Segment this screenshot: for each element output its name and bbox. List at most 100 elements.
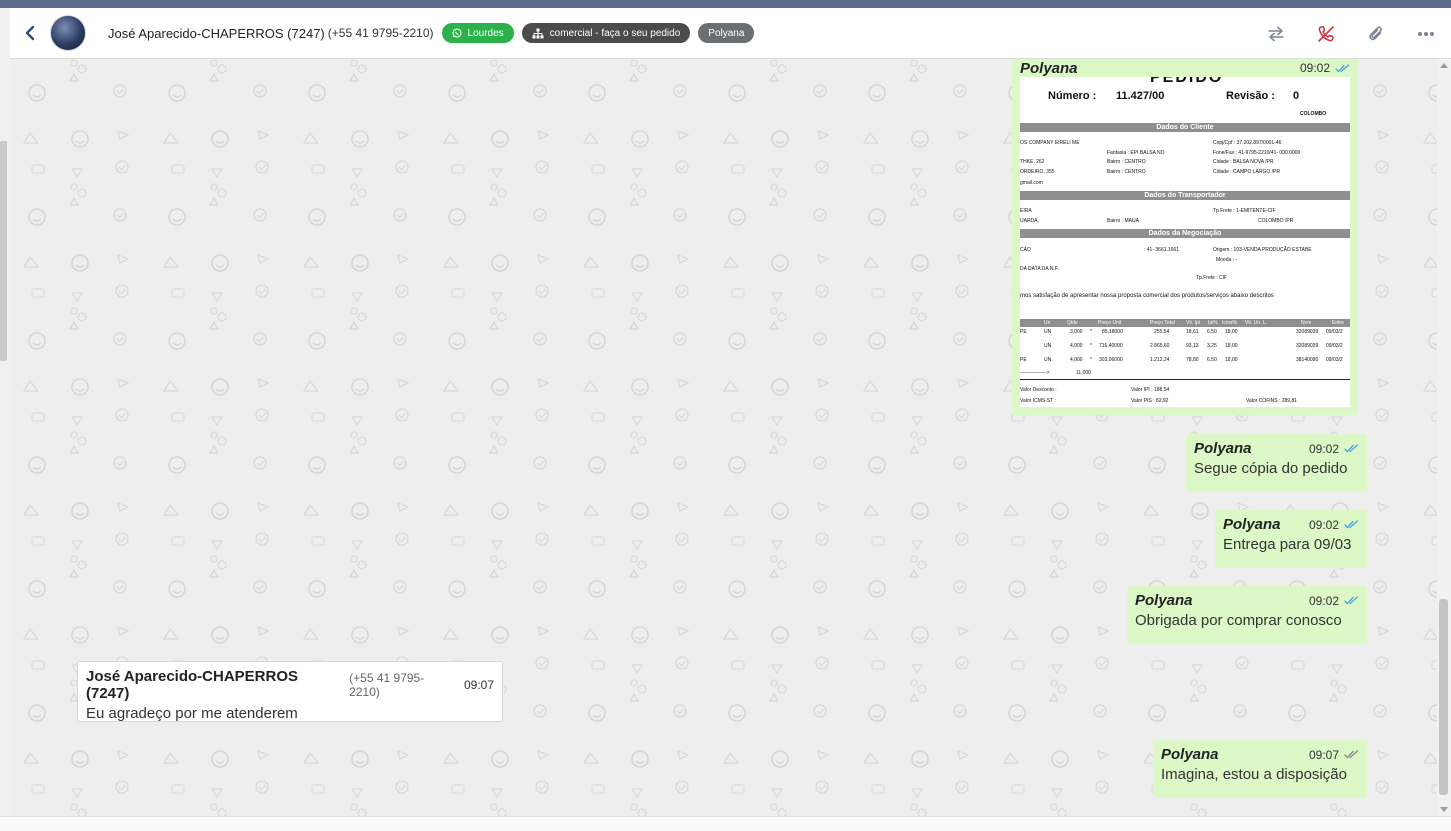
doc-valor-icms-st: Valor ICMS-ST : [1020, 398, 1056, 404]
doc-cell: 18,61 [1186, 329, 1199, 335]
message-header: Polyana 09:02 [1194, 440, 1359, 457]
doc-cell: * [1090, 329, 1092, 335]
message-header: Polyana 09:02 [1135, 592, 1359, 609]
doc-cidade: Cidade : BALSA NOVA /PR [1213, 159, 1274, 165]
attach-button[interactable] [1351, 8, 1401, 59]
scroll-down-icon[interactable] [1440, 807, 1448, 812]
doc-col: Vlr. Un. L. [1245, 320, 1267, 326]
message-time: 09:02 [1308, 517, 1339, 532]
doc-cell: 09/03/2 [1326, 343, 1343, 349]
doc-cell: * [1090, 357, 1092, 363]
composer-area[interactable] [0, 816, 1451, 831]
doc-cell: 85,18000 [1102, 329, 1123, 335]
doc-cliente-line: OS COMPANY EIRELI ME [1020, 140, 1080, 146]
doc-total-arrow: ----------------> [1020, 370, 1050, 376]
top-strip [0, 0, 1451, 8]
doc-cell: 09/03/2 [1326, 357, 1343, 363]
more-icon [1418, 31, 1434, 36]
message-time: 09:02 [1308, 441, 1339, 456]
doc-cell: 3,25 [1207, 343, 1217, 349]
doc-cell: 4,000 [1070, 343, 1083, 349]
doc-cell: 38140090 [1296, 357, 1319, 363]
doc-fantasia: Fantasia : EPI BALSA NO [1107, 150, 1165, 156]
doc-cell: UN [1044, 357, 1052, 363]
message-meta: 09:07 [1309, 748, 1359, 762]
message-text: Eu agradeço por me atenderem [86, 705, 298, 722]
order-document-image[interactable]: PEDIDO Número : 11.427/00 Revisão : 0 CO… [1020, 77, 1350, 407]
transfer-button[interactable] [1251, 8, 1301, 59]
doc-valor-desconto: Valor Desconto : [1020, 387, 1057, 393]
message-bubble-outgoing[interactable]: Polyana 09:07 Imagina, estou a disposiçã… [1153, 740, 1367, 798]
contact-name: José Aparecido-CHAPERROS (7247) [108, 25, 325, 41]
doc-cell: 32089039 [1296, 343, 1319, 349]
image-message-bubble[interactable]: Polyana 09:02 PEDIDO Número : 11.427/00 … [1012, 59, 1358, 415]
message-meta: 09:02 [1300, 61, 1350, 75]
chevron-left-icon [25, 25, 35, 41]
read-tick-icon [1344, 444, 1359, 453]
message-bubble-outgoing[interactable]: Polyana 09:02 Entrega para 09/03 [1215, 510, 1367, 568]
chat-scrollbar[interactable] [1437, 59, 1451, 816]
read-tick-icon [1335, 63, 1350, 72]
doc-tpfrete: Tp.Frete : CIF [1196, 275, 1228, 281]
doc-cell: * [1090, 343, 1092, 349]
contact-phone: (+55 41 9795-2210) [327, 26, 434, 40]
tag-label: Lourdes [467, 27, 504, 39]
doc-cell: 32089039 [1296, 329, 1319, 335]
doc-fone: Fone/Fax : 41-9795-2210/41- 000.0000 [1213, 150, 1301, 156]
message-bubble-incoming[interactable]: José Aparecido-CHAPERROS (7247) (+55 41 … [77, 661, 503, 722]
doc-cell: 255,54 [1154, 329, 1170, 335]
message-time: 09:07 [1308, 747, 1339, 762]
message-meta: 09:02 [1309, 594, 1359, 608]
tag-lourdes[interactable]: Lourdes [441, 23, 514, 43]
left-scrollbar[interactable] [0, 59, 10, 831]
doc-cliente-line: ORDEIRO, 355 [1020, 169, 1055, 175]
message-sender: Polyana [1223, 516, 1281, 533]
doc-cell: 09/03/2 [1326, 329, 1343, 335]
read-tick-icon [1344, 596, 1359, 605]
doc-origem: Origem : 103-VENDA PRODUÇÃO ESTABE [1213, 247, 1312, 253]
message-header: Polyana 09:02 [1020, 59, 1350, 77]
tag-label: Polyana [708, 27, 745, 39]
message-header: Polyana 09:07 [1161, 746, 1359, 763]
transfer-icon [1268, 26, 1284, 41]
doc-section-cliente: Dados do Cliente [1020, 123, 1350, 132]
avatar[interactable] [50, 15, 86, 51]
chat-header: José Aparecido-CHAPERROS (7247) (+55 41 … [10, 8, 1451, 59]
message-text: Obrigada por comprar conosco [1135, 612, 1342, 629]
doc-transp-line: UARDA, [1020, 218, 1039, 224]
doc-cell: 18,00 [1225, 343, 1238, 349]
left-scrollbar-thumb[interactable] [0, 141, 7, 361]
doc-bairro: Bairro : CENTRO [1107, 169, 1146, 175]
doc-cell: UN [1044, 329, 1052, 335]
doc-col: Un [1044, 320, 1051, 326]
end-call-button[interactable] [1301, 8, 1351, 59]
doc-cell: 4,000 [1070, 357, 1083, 363]
chat-scrollbar-thumb[interactable] [1439, 599, 1448, 795]
tag-department[interactable]: comercial - faça o seu pedido [521, 23, 691, 43]
tag-agent[interactable]: Polyana [698, 23, 755, 43]
doc-col: Vlr. Ipi [1186, 320, 1200, 326]
message-text: Entrega para 09/03 [1223, 536, 1352, 553]
doc-col: Ipi% [1208, 320, 1218, 326]
scroll-up-icon[interactable] [1440, 63, 1448, 68]
doc-cnpj: Cnpj/Cpf : 37.202.897/0001-46 [1213, 140, 1282, 146]
doc-cell: 2.865,60 [1150, 343, 1170, 349]
message-sender-phone: (+55 41 9795-2210) [349, 671, 425, 699]
message-bubble-outgoing[interactable]: Polyana 09:02 Obrigada por comprar conos… [1127, 586, 1367, 644]
doc-cell: 18,00 [1225, 357, 1238, 363]
attach-icon [1369, 26, 1382, 40]
doc-cell: PE [1020, 329, 1027, 335]
more-button[interactable] [1401, 8, 1451, 59]
doc-cell: 78,80 [1186, 357, 1199, 363]
message-sender: Polyana [1194, 440, 1252, 457]
doc-cell: PE [1020, 357, 1027, 363]
doc-bairro: Bairro : MAUA [1107, 218, 1139, 224]
doc-total-qty: 11,000 [1076, 370, 1091, 376]
message-bubble-outgoing[interactable]: Polyana 09:02 Segue cópia do pedido [1186, 434, 1367, 492]
doc-valor-ipi: Valor IPI : 188,54 [1131, 387, 1170, 393]
doc-neg-fone: : 41- 3661.1661 [1144, 247, 1180, 253]
sitemap-icon [532, 28, 544, 38]
back-button[interactable] [10, 8, 50, 59]
doc-city: COLOMBO [1300, 111, 1327, 117]
doc-cell: UN [1044, 343, 1052, 349]
